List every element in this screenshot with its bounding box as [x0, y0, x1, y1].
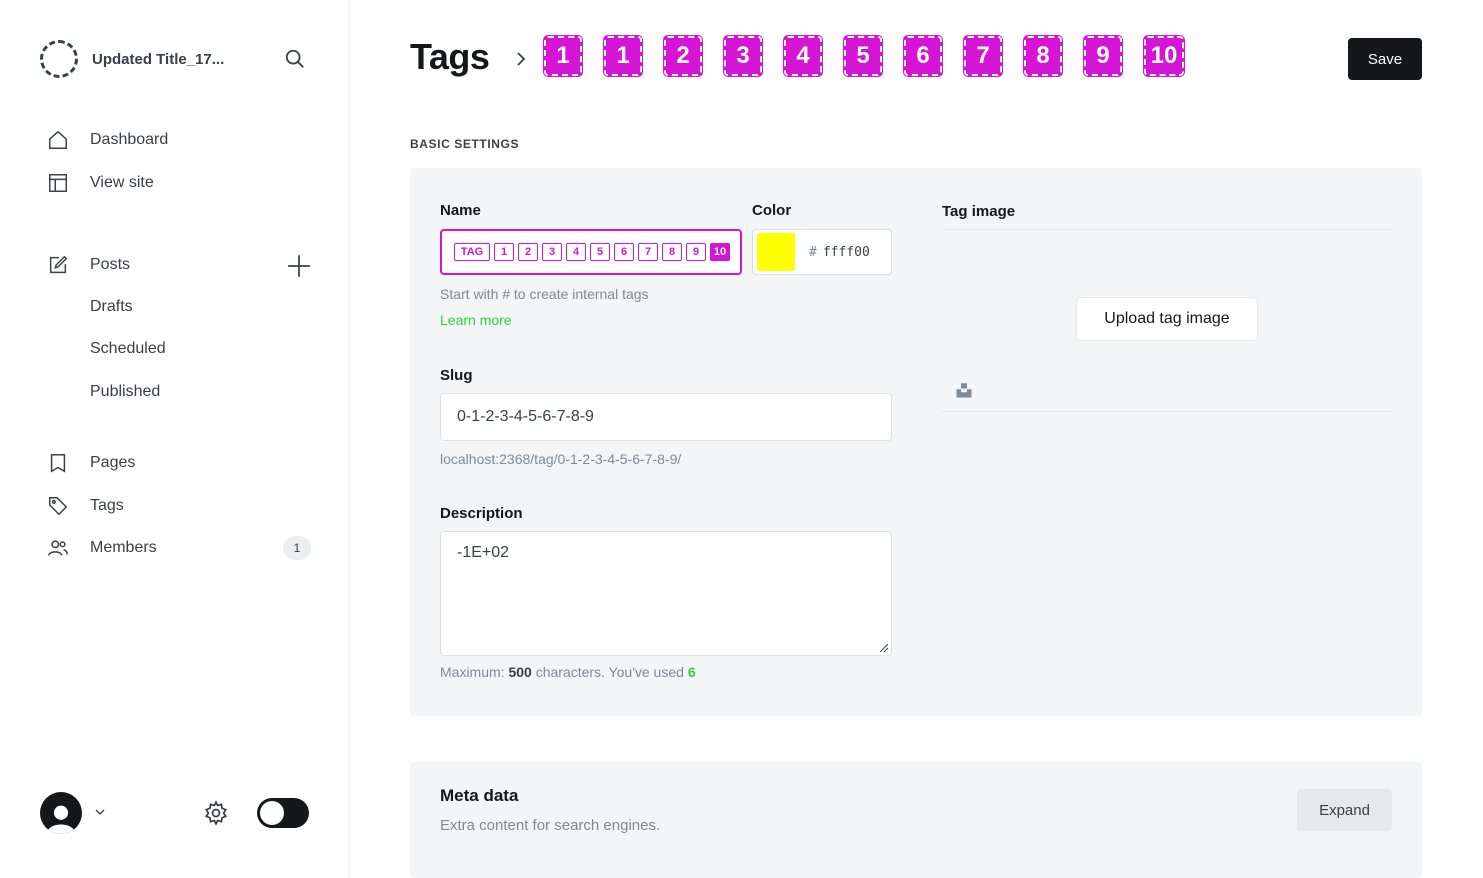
- layout-icon: [46, 171, 70, 195]
- sidebar-item-label: View site: [90, 174, 154, 191]
- title-chip: 4: [784, 36, 822, 76]
- page-icon: [46, 451, 70, 475]
- user-icon: [46, 805, 76, 834]
- color-value[interactable]: ffff00: [823, 245, 870, 260]
- name-chip: 9: [686, 243, 706, 261]
- site-title: Updated Title_17...: [92, 50, 225, 68]
- sidebar-item-label: Tags: [90, 497, 124, 514]
- plus-icon[interactable]: [286, 253, 312, 279]
- tag-image-label: Tag image: [942, 203, 1016, 220]
- title-chip: 7: [964, 36, 1002, 76]
- chevron-down-icon[interactable]: [92, 804, 108, 820]
- sidebar: Updated Title_17... Dashboard View site …: [0, 0, 350, 878]
- name-chip: 10: [710, 243, 730, 261]
- sidebar-item-members[interactable]: Members: [46, 536, 157, 560]
- count-prefix: Maximum:: [440, 664, 505, 680]
- count-max: 500: [508, 664, 532, 680]
- members-icon: [46, 536, 70, 560]
- sidebar-item-label: Posts: [90, 256, 131, 273]
- sidebar-item-drafts[interactable]: Drafts: [90, 298, 133, 316]
- name-chip: 1: [494, 243, 514, 261]
- tag-name-input[interactable]: TAG 1 2 3 4 5 6 7 8 9 10: [440, 229, 742, 275]
- slug-input[interactable]: 0-1-2-3-4-5-6-7-8-9: [440, 393, 892, 441]
- title-chip: 5: [844, 36, 882, 76]
- unsplash-icon[interactable]: [955, 381, 973, 399]
- upload-tag-image-button[interactable]: Upload tag image: [1076, 297, 1258, 341]
- name-chip: 6: [614, 243, 634, 261]
- description-textarea[interactable]: -1E+02: [440, 531, 892, 656]
- title-chip: 1: [604, 36, 642, 76]
- sidebar-item-pages[interactable]: Pages: [46, 451, 135, 475]
- sidebar-item-published[interactable]: Published: [90, 383, 160, 401]
- sidebar-item-label: Members: [90, 539, 157, 556]
- count-used: 6: [687, 664, 696, 680]
- expand-meta-button[interactable]: Expand: [1297, 789, 1392, 831]
- sidebar-item-label: Pages: [90, 454, 136, 471]
- save-button[interactable]: Save: [1348, 38, 1422, 80]
- resize-grip-icon[interactable]: [880, 644, 888, 652]
- sidebar-item-dashboard[interactable]: Dashboard: [46, 128, 168, 152]
- members-count-badge: 1: [283, 536, 311, 560]
- name-chip: TAG: [454, 243, 490, 261]
- color-label: Color: [752, 202, 792, 219]
- dark-mode-toggle[interactable]: [257, 798, 309, 828]
- tag-icon: [46, 494, 70, 518]
- home-icon: [46, 128, 70, 152]
- slug-label: Slug: [440, 367, 473, 384]
- color-field[interactable]: # ffff00: [752, 229, 892, 275]
- section-label-basic-settings: BASIC SETTINGS: [410, 137, 520, 151]
- search-icon[interactable]: [284, 48, 306, 70]
- name-chip: 7: [638, 243, 658, 261]
- color-swatch[interactable]: [757, 233, 795, 271]
- learn-more-link[interactable]: Learn more: [440, 312, 512, 328]
- title-chip: 1: [544, 36, 582, 76]
- title-chip: 2: [664, 36, 702, 76]
- name-hint: Start with # to create internal tags: [440, 286, 649, 302]
- sidebar-item-view-site[interactable]: View site: [46, 171, 154, 195]
- title-chip: 6: [904, 36, 942, 76]
- color-hash: #: [809, 244, 817, 260]
- title-chip: 10: [1144, 36, 1184, 76]
- user-avatar[interactable]: [40, 792, 82, 834]
- sidebar-item-label: Dashboard: [90, 131, 169, 148]
- description-value: -1E+02: [457, 544, 510, 561]
- meta-data-title: Meta data: [440, 786, 519, 805]
- chevron-right-icon: [517, 52, 526, 66]
- toggle-knob: [260, 801, 284, 825]
- meta-data-subtitle: Extra content for search engines.: [440, 817, 661, 834]
- gear-icon[interactable]: [203, 800, 229, 826]
- slug-url: localhost:2368/tag/0-1-2-3-4-5-6-7-8-9/: [440, 451, 682, 467]
- breadcrumb-tags[interactable]: Tags: [410, 36, 490, 78]
- name-chip: 2: [518, 243, 538, 261]
- title-chip: 3: [724, 36, 762, 76]
- sidebar-item-tags[interactable]: Tags: [46, 494, 124, 518]
- sidebar-item-scheduled[interactable]: Scheduled: [90, 340, 166, 358]
- name-chip: 4: [566, 243, 586, 261]
- name-chip: 3: [542, 243, 562, 261]
- edit-post-icon: [46, 253, 70, 277]
- name-chip: 8: [662, 243, 682, 261]
- description-label: Description: [440, 505, 523, 522]
- site-logo: [40, 40, 78, 78]
- character-count: Maximum: 500 characters. You've used 6: [440, 664, 696, 680]
- name-chip: 5: [590, 243, 610, 261]
- title-chip: 8: [1024, 36, 1062, 76]
- title-chip: 9: [1084, 36, 1122, 76]
- page-title: 1 1 2 3 4 5 6 7 8 9 10: [544, 36, 1206, 76]
- name-label: Name: [440, 202, 481, 219]
- sidebar-item-posts[interactable]: Posts: [46, 253, 130, 277]
- count-mid: characters. You've used: [535, 664, 684, 680]
- site-brand[interactable]: Updated Title_17...: [40, 40, 320, 78]
